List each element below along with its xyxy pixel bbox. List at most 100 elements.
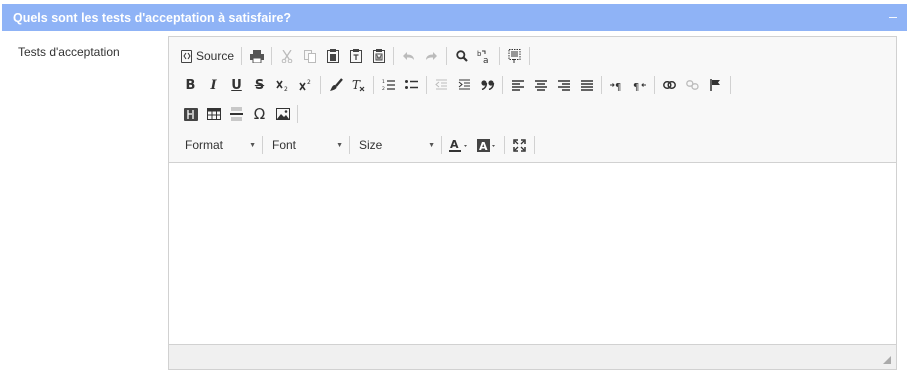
toolbar-separator [426,76,427,94]
paste-icon [326,49,339,63]
bulleted-list-button[interactable] [400,74,423,96]
ltr-button[interactable]: ¶ [605,74,628,96]
toolbar-separator [241,47,243,65]
align-left-button[interactable] [506,74,529,96]
size-label: Size [359,138,383,152]
svg-text:a: a [483,56,489,64]
source-icon [181,49,192,63]
replace-button[interactable]: ba [473,45,496,67]
remove-format-button[interactable]: T [347,74,370,96]
link-icon [663,81,676,89]
panel-header[interactable]: Quels sont les tests d'acceptation à sat… [2,4,907,31]
indent-icon [458,79,470,90]
toolbar-row-4: Format ▼ Font ▼ Size ▼ A A [179,134,538,156]
toolbar-separator [730,76,731,94]
table-icon [206,108,221,120]
toolbar-separator [502,76,503,94]
increase-indent-button[interactable] [453,74,476,96]
svg-text:2: 2 [284,86,288,91]
paste-text-button[interactable] [344,45,367,67]
bold-button[interactable]: B [179,74,202,96]
minus-icon [889,17,897,18]
image-button[interactable] [271,103,294,125]
align-right-button[interactable] [552,74,575,96]
paste-word-button[interactable] [367,45,390,67]
select-all-icon [508,49,521,63]
text-color-icon: A [449,139,467,152]
toolbar-row-3: Ω [179,103,301,125]
background-color-button[interactable]: A [473,134,501,156]
find-button[interactable] [450,45,473,67]
align-center-button[interactable] [529,74,552,96]
toolbar-separator [320,76,321,94]
replace-icon: ba [477,50,489,64]
toolbar-row-1: Source b a [179,45,533,67]
flash-icon [183,107,198,121]
toolbar-separator [534,136,535,154]
toolbar-separator [262,136,263,154]
svg-text:1: 1 [382,79,385,85]
editor-statusbar [169,344,896,369]
editor-toolbar: Source b a B I U S 2 2 T 1 2 ¶ ¶ Ω Forma… [169,37,896,163]
paste-button[interactable] [321,45,344,67]
clear-format-icon: T [352,78,364,92]
anchor-button[interactable] [704,74,727,96]
numbered-list-icon: 12 [382,79,395,91]
source-button[interactable]: Source [179,45,238,67]
copy-formatting-button[interactable] [324,74,347,96]
select-all-button[interactable] [503,45,526,67]
svg-text:A: A [479,140,488,152]
svg-text:2: 2 [307,79,311,86]
horizontal-line-icon [230,107,243,121]
numbered-list-button[interactable]: 12 [377,74,400,96]
link-button[interactable] [658,74,681,96]
unlink-button[interactable] [681,74,704,96]
outdent-icon [435,79,447,90]
copy-icon [303,49,316,63]
blockquote-button[interactable] [476,74,499,96]
toolbar-separator [393,47,395,65]
maximize-icon [513,138,526,152]
editor-content[interactable] [169,164,896,344]
dropdown-arrow-icon: ▼ [249,141,256,149]
redo-button[interactable] [420,45,443,67]
text-direction-ltr-icon: ¶ [610,82,621,91]
italic-button[interactable]: I [202,74,225,96]
resize-grip-icon[interactable] [883,356,891,364]
size-dropdown[interactable]: Size ▼ [353,135,438,155]
superscript-icon: 2 [299,79,311,91]
maximize-button[interactable] [508,134,531,156]
align-justify-icon [580,79,593,91]
rtl-button[interactable]: ¶ [628,74,651,96]
subscript-icon: 2 [276,80,288,91]
redo-icon [426,52,438,60]
font-dropdown[interactable]: Font ▼ [266,135,346,155]
collapse-button[interactable] [887,12,899,24]
font-label: Font [272,138,297,152]
toolbar-separator [271,47,273,65]
justify-button[interactable] [575,74,598,96]
underline-button[interactable]: U [225,74,248,96]
strikethrough-button[interactable]: S [248,74,271,96]
horizontal-line-button[interactable] [225,103,248,125]
toolbar-separator [601,76,602,94]
toolbar-separator [499,47,501,65]
superscript-button[interactable]: 2 [294,74,317,96]
align-right-icon [557,79,570,91]
print-button[interactable] [245,45,268,67]
flag-icon [710,79,720,91]
table-button[interactable] [202,103,225,125]
flash-button[interactable] [179,103,202,125]
decrease-indent-button[interactable] [430,74,453,96]
undo-button[interactable] [397,45,420,67]
subscript-button[interactable]: 2 [271,74,294,96]
toolbar-separator [349,136,350,154]
svg-text:T: T [352,78,361,92]
toolbar-separator [446,47,448,65]
special-char-button[interactable]: Ω [248,103,271,125]
text-color-button[interactable]: A [445,134,473,156]
cut-button[interactable] [275,45,298,67]
format-dropdown[interactable]: Format ▼ [179,135,259,155]
source-label: Source [196,49,235,63]
copy-button[interactable] [298,45,321,67]
